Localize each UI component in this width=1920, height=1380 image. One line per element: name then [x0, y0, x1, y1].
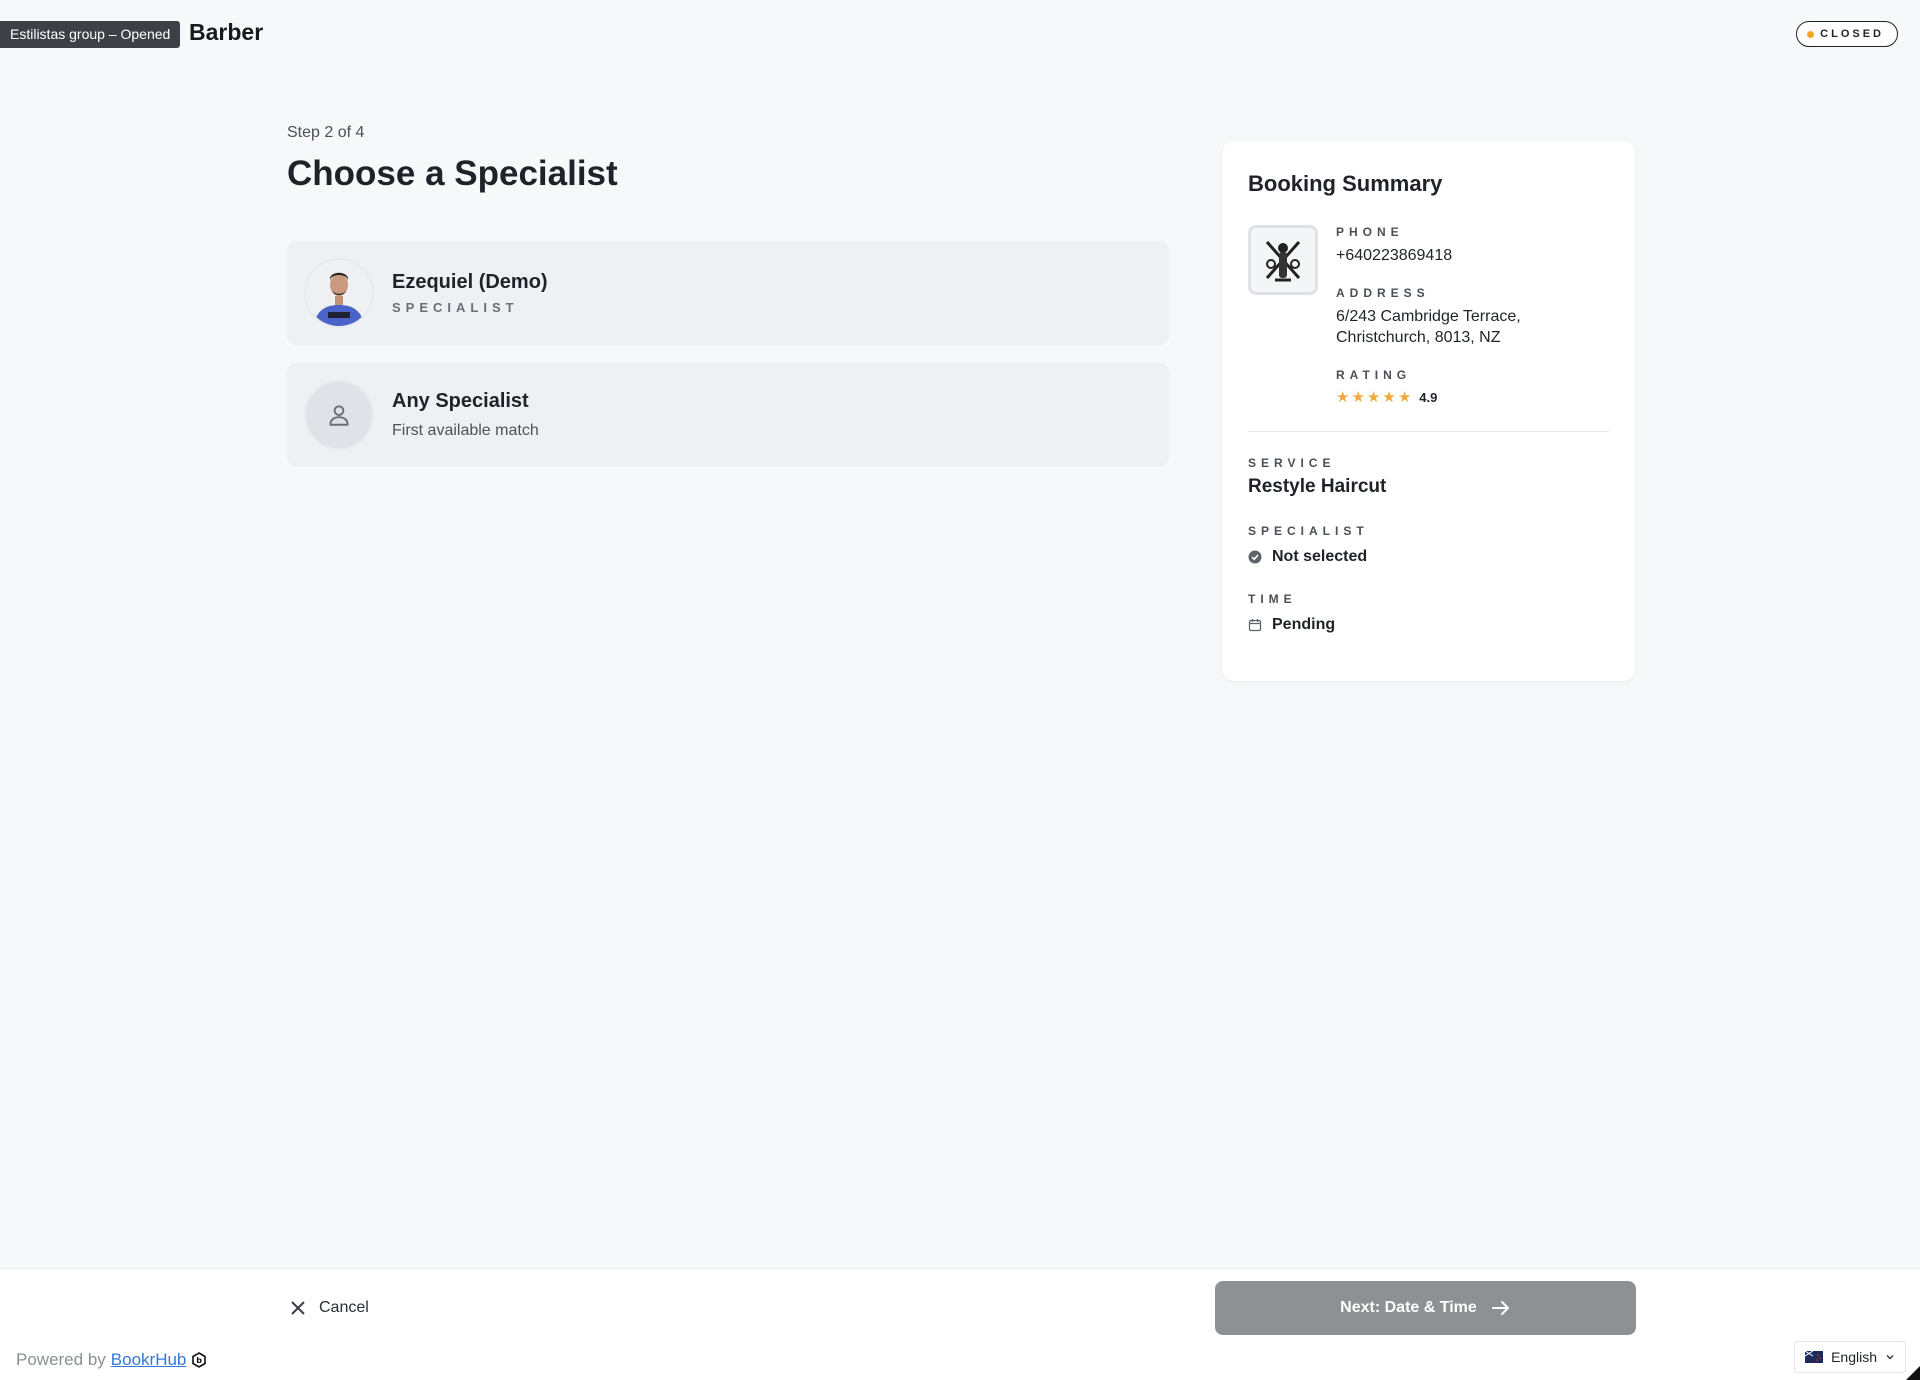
close-icon: [291, 1301, 305, 1315]
rating-value: 4.9: [1419, 390, 1438, 405]
step-indicator: Step 2 of 4: [287, 124, 365, 141]
page-title: Choose a Specialist: [287, 154, 618, 193]
specialist-card-any[interactable]: Any Specialist First available match: [287, 363, 1169, 467]
specialist-card-ezequiel[interactable]: Ezequiel (Demo) SPECIALIST: [287, 241, 1169, 345]
specialist-name: Ezequiel (Demo): [392, 271, 548, 293]
bookrhub-link[interactable]: BookrHub: [111, 1350, 187, 1370]
language-label: English: [1831, 1349, 1877, 1365]
language-selector[interactable]: English: [1794, 1341, 1906, 1373]
shop-logo: [1248, 225, 1318, 295]
person-photo-icon: [306, 260, 372, 326]
phone-label: PHONE: [1336, 225, 1404, 239]
header: Estilistas group – Opened Barber CLOSED: [0, 0, 1920, 70]
bookrhub-logo-icon: b: [192, 1352, 207, 1368]
service-label: SERVICE: [1248, 456, 1336, 470]
status-dot-icon: [1807, 30, 1815, 38]
star-icon: ★: [1366, 389, 1381, 406]
next-label: Next: Date & Time: [1340, 1299, 1477, 1316]
powered-prefix: Powered by: [16, 1350, 106, 1369]
address-line-1: 6/243 Cambridge Terrace,: [1336, 308, 1521, 325]
address-value: 6/243 Cambridge Terrace, Christchurch, 8…: [1336, 306, 1521, 348]
service-value: Restyle Haircut: [1248, 476, 1387, 497]
corner-mark: [1906, 1366, 1920, 1380]
star-icon: ★: [1351, 389, 1365, 406]
footer-bar: Cancel Next: Date & Time Powered by Book…: [0, 1268, 1920, 1380]
main-content: Step 2 of 4 Choose a Specialist: [287, 124, 1169, 194]
cancel-label: Cancel: [319, 1299, 369, 1316]
status-text: CLOSED: [1820, 28, 1884, 40]
next-button[interactable]: Next: Date & Time: [1215, 1281, 1636, 1335]
user-icon: [329, 405, 349, 426]
barber-emblem-icon: [1265, 241, 1301, 282]
specialist-role: SPECIALIST: [392, 300, 519, 315]
cancel-button[interactable]: Cancel: [289, 1299, 369, 1317]
star-icon: ★: [1397, 389, 1412, 406]
specialist-label: SPECIALIST: [1248, 524, 1369, 538]
address-line-2: Christchurch, 8013, NZ: [1336, 329, 1501, 346]
shop-status-badge: CLOSED: [1796, 21, 1898, 47]
time-value: Pending: [1272, 616, 1336, 633]
specialist-description: First available match: [392, 422, 539, 439]
divider: [1248, 431, 1609, 432]
booking-summary: Booking Summary PHONE +640223869418 ADDR…: [1222, 141, 1635, 681]
phone-value: +640223869418: [1336, 247, 1453, 264]
avatar: [304, 380, 374, 450]
powered-by: Powered by BookrHub b: [16, 1350, 207, 1370]
flag-icon: [1805, 1351, 1824, 1363]
brand-name: Barber: [189, 19, 264, 45]
badge-check-icon: [1248, 550, 1262, 564]
arrow-right-icon: [1491, 1301, 1509, 1315]
star-icon: ★: [1336, 389, 1350, 406]
shop-details: PHONE +640223869418 ADDRESS 6/243 Cambri…: [1248, 225, 1609, 405]
specialist-name: Any Specialist: [392, 390, 529, 412]
avatar: [304, 258, 374, 328]
chevron-down-icon: [1886, 1355, 1894, 1360]
rating-stars: ★ ★ ★ ★ ★ 4.9: [1336, 390, 1521, 405]
rating-label: RATING: [1336, 368, 1412, 382]
address-label: ADDRESS: [1336, 286, 1430, 300]
summary-title: Booking Summary: [1248, 171, 1443, 196]
calendar-icon: [1248, 619, 1262, 632]
time-label: TIME: [1248, 592, 1297, 606]
group-status-tag: Estilistas group – Opened: [0, 21, 181, 48]
specialist-value: Not selected: [1272, 548, 1368, 565]
star-icon: ★: [1382, 389, 1396, 406]
svg-text:b: b: [197, 1356, 203, 1365]
